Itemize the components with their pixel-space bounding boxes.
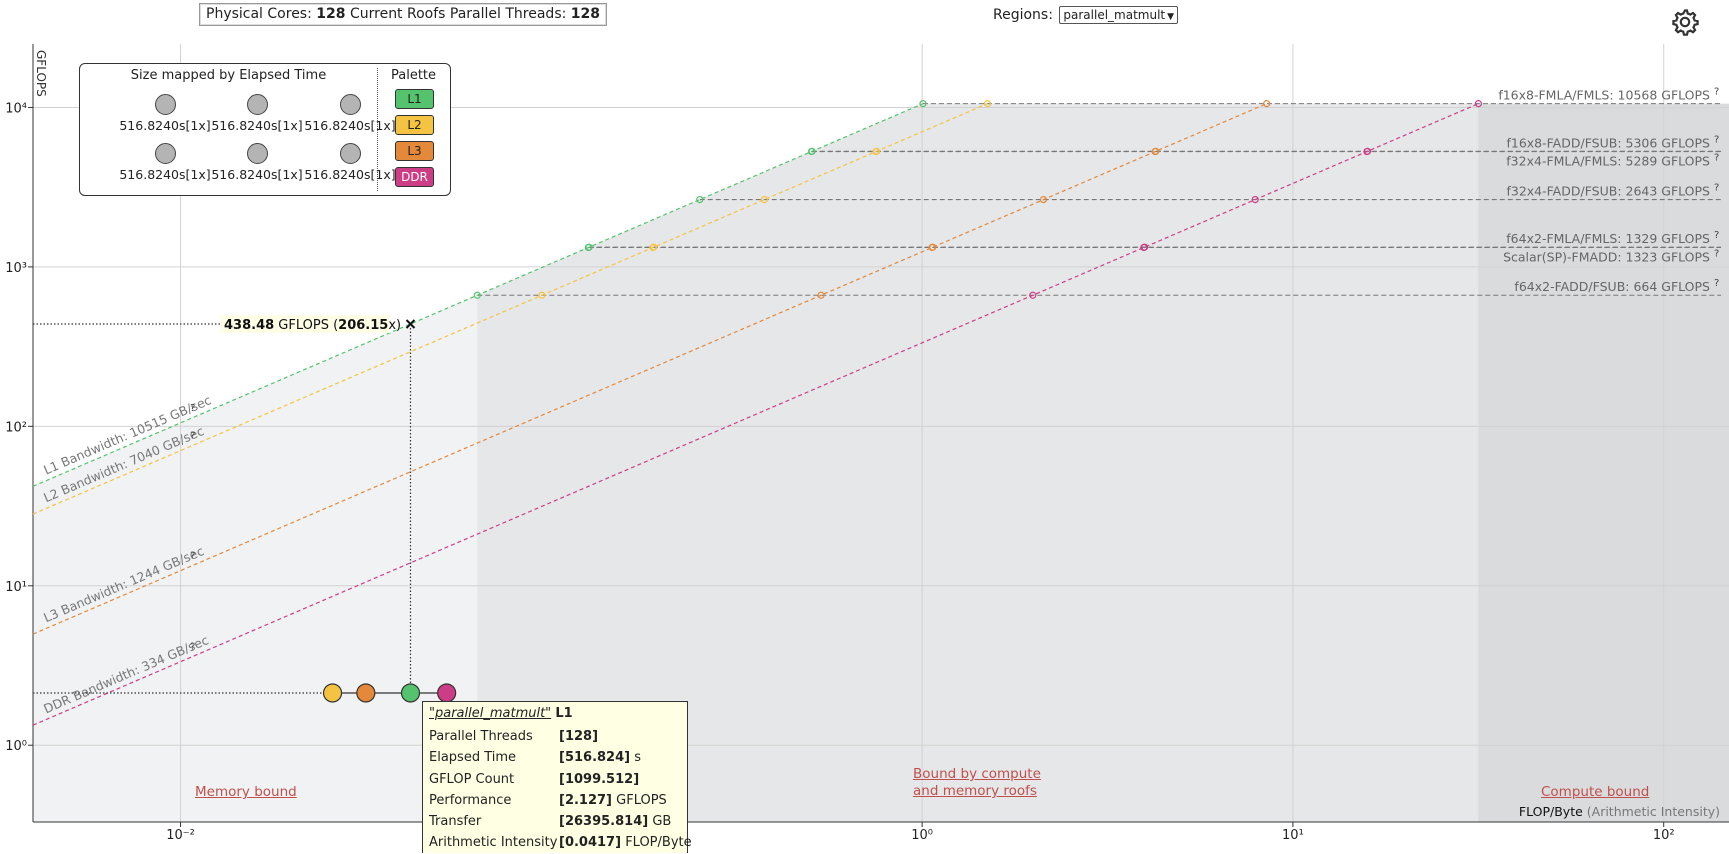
gear-icon[interactable] xyxy=(1670,7,1700,37)
palette-l1[interactable]: L1 xyxy=(395,89,434,109)
x-axis-label: FLOP/Byte (Arithmetic Intensity) xyxy=(1519,804,1720,819)
compute-bound-link[interactable]: Compute bound xyxy=(1541,784,1649,801)
help-icon: ? xyxy=(1714,153,1719,164)
tooltip-header: "parallel_matmult" L1 xyxy=(429,706,681,721)
y-tick-label: 10⁴ xyxy=(5,101,27,116)
tooltip-row: Parallel Threads [128] xyxy=(429,729,599,744)
y-tick-label: 10³ xyxy=(5,261,27,276)
tooltip-row: Elapsed Time [516.824] s xyxy=(429,750,641,766)
compute-roof-label: f64x2-FMLA/FMLS: 1329 GFLOPS xyxy=(1506,231,1710,246)
palette-ddr[interactable]: DDR xyxy=(395,167,434,187)
help-icon: ? xyxy=(1714,278,1719,289)
help-icon: ? xyxy=(190,403,195,414)
y-tick-label: 10⁰ xyxy=(5,739,27,754)
palette-title: Palette xyxy=(390,68,437,83)
data-point-ddr xyxy=(437,683,457,703)
x-tick-label: 10⁻² xyxy=(166,828,195,843)
threads-value: 128 xyxy=(570,6,601,22)
compute-roof-label: f32x4-FADD/FSUB: 2643 GFLOPS xyxy=(1506,184,1710,199)
size-dot xyxy=(246,143,268,164)
tooltip-row: Performance [2.127] GFLOPS xyxy=(429,792,667,808)
x-tick-label: 10² xyxy=(1653,828,1675,843)
tooltip-region[interactable]: "parallel_matmult" xyxy=(429,706,551,721)
point-tooltip: "parallel_matmult" L1 Parallel Threads [1… xyxy=(422,701,692,853)
help-icon: ? xyxy=(190,642,195,653)
cores-threads-info: Physical Cores: 128 Current Roofs Parall… xyxy=(199,3,608,26)
tooltip-row: GFLOP Count [1099.512] xyxy=(429,771,640,787)
tooltip-row: Transfer [26395.814] GB xyxy=(429,814,672,830)
compute-and-memory-bound-link[interactable]: Bound by compute and memory roofs xyxy=(913,766,1041,800)
size-dot xyxy=(154,143,176,164)
regions-control: Regions: parallel_matmult ▼ xyxy=(993,6,1179,24)
size-legend-item: 516.8240s[1x] xyxy=(115,94,215,133)
data-point-l1 xyxy=(400,683,421,703)
x-tick-label: 10⁰ xyxy=(911,828,933,843)
size-dot xyxy=(339,94,361,115)
size-legend-item: 516.8240s[1x] xyxy=(300,94,400,133)
size-dot xyxy=(339,143,361,164)
regions-label: Regions: xyxy=(993,7,1053,23)
palette-l2[interactable]: L2 xyxy=(395,115,434,135)
size-legend-item: 516.8240s[1x] xyxy=(300,143,400,182)
memory-bound-link[interactable]: Memory bound xyxy=(195,784,297,801)
size-legend-item: 516.8240s[1x] xyxy=(207,94,307,133)
y-tick-label: 10² xyxy=(5,420,27,435)
compute-roof-label: f32x4-FMLA/FMLS: 5289 GFLOPS xyxy=(1506,154,1710,169)
help-icon: ? xyxy=(1714,249,1719,260)
data-point-l2 xyxy=(322,683,343,703)
help-icon: ? xyxy=(190,551,195,562)
compute-roof-label: f16x8-FADD/FSUB: 5306 GFLOPS xyxy=(1506,135,1710,150)
help-icon: ? xyxy=(1714,87,1719,98)
tooltip-row: Arithmetic Intensity [0.0417] FLOP/Byte xyxy=(429,835,692,851)
regions-select[interactable]: parallel_matmult ▼ xyxy=(1059,6,1179,24)
compute-roof-label: f64x2-FADD/FSUB: 664 GFLOPS xyxy=(1514,279,1710,294)
compute-roof-label: Scalar(SP)-FMADD: 1323 GFLOPS xyxy=(1503,250,1710,265)
chevron-down-icon: ▼ xyxy=(1167,12,1175,22)
help-icon: ? xyxy=(190,431,195,442)
compute-roof-label: f16x8-FMLA/FMLS: 10568 GFLOPS xyxy=(1498,88,1710,103)
y-axis-label: GFLOPS xyxy=(34,50,48,97)
data-point-l3 xyxy=(356,683,376,703)
help-icon: ? xyxy=(1714,230,1719,241)
size-legend-title: Size mapped by Elapsed Time xyxy=(130,68,327,83)
help-icon: ? xyxy=(1714,134,1719,145)
size-legend-item: 516.8240s[1x] xyxy=(115,143,215,182)
size-dot xyxy=(154,94,176,115)
help-icon: ? xyxy=(1714,183,1719,194)
y-tick-label: 10¹ xyxy=(5,580,27,595)
marker-label: 438.48 GFLOPS (206.15x) xyxy=(224,318,401,333)
palette-l3[interactable]: L3 xyxy=(395,141,434,161)
x-tick-label: 10¹ xyxy=(1282,828,1304,843)
cores-value: 128 xyxy=(316,6,346,22)
size-legend-item: 516.8240s[1x] xyxy=(207,143,307,182)
tooltip-level: L1 xyxy=(555,706,573,721)
chart-legend: Size mapped by Elapsed Time Palette 516.… xyxy=(79,63,451,196)
size-dot xyxy=(246,94,268,115)
